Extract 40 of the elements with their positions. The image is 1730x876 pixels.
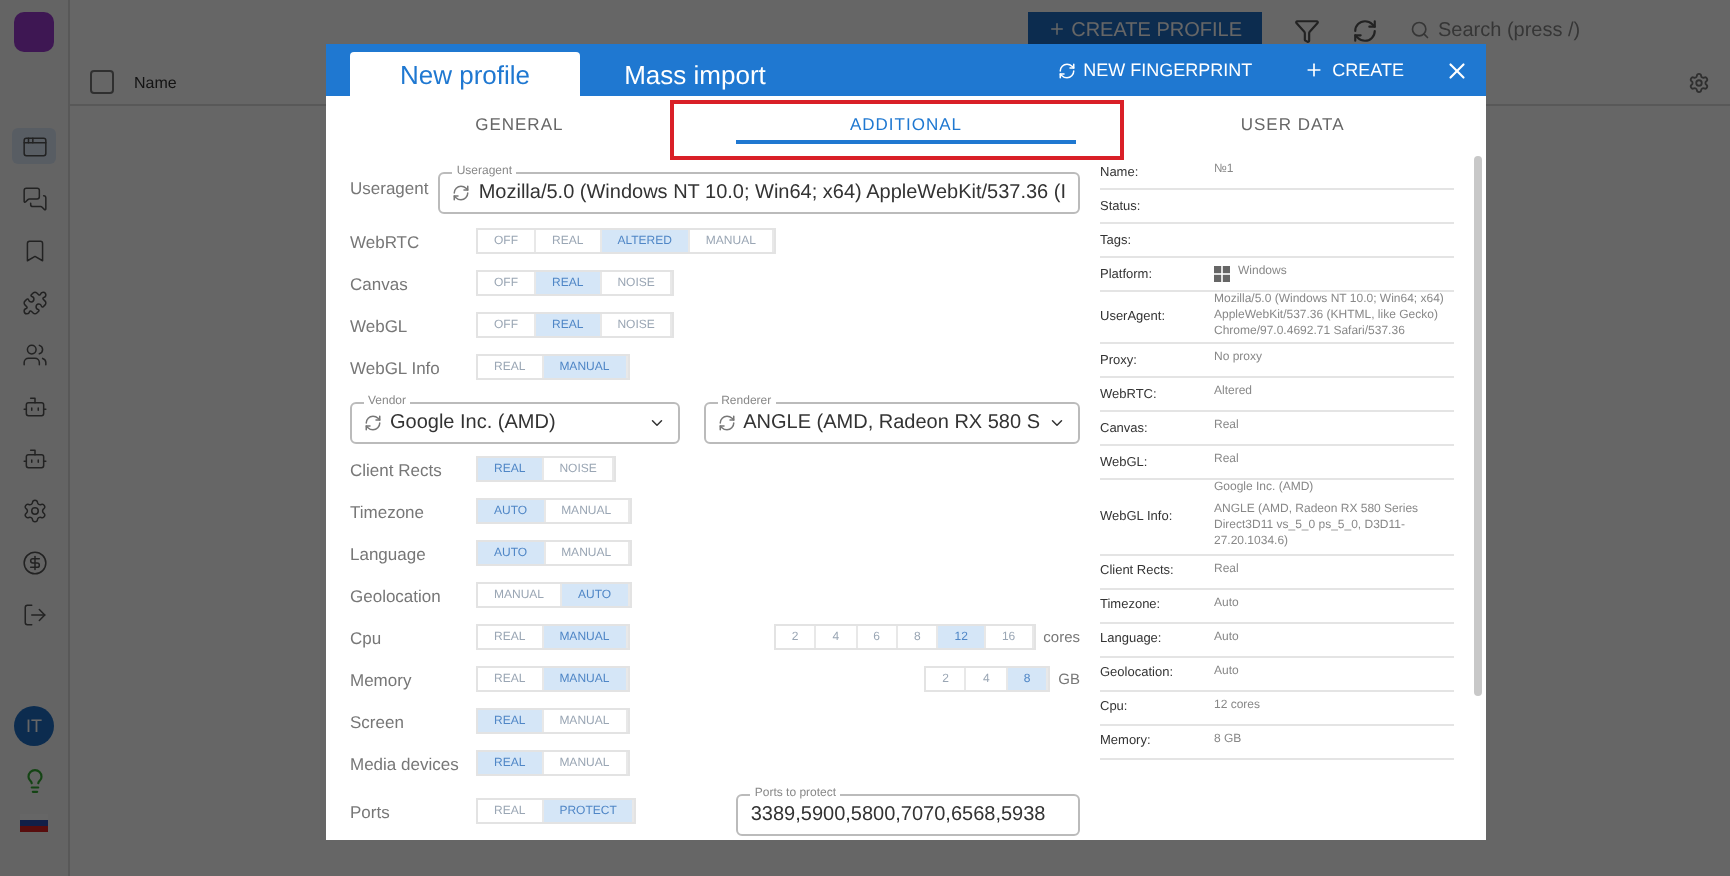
filter-icon[interactable]: [1294, 17, 1320, 43]
field-label: Media devices: [350, 753, 461, 773]
search-icon: [1410, 20, 1430, 40]
dialog-tab[interactable]: New profile: [350, 52, 580, 96]
field-label: WebGL: [350, 315, 410, 335]
section-tab[interactable]: ADDITIONAL: [712, 96, 1100, 152]
field-label: Canvas: [350, 273, 410, 293]
browser-window-icon[interactable]: [12, 128, 56, 164]
settings-icon[interactable]: [1688, 71, 1710, 93]
select-all-checkbox[interactable]: [90, 70, 114, 94]
dialog-action-button[interactable]: NEW FINGERPRINT: [1045, 58, 1265, 82]
field-label: Cpu: [350, 627, 384, 647]
field-label: Ports: [350, 801, 392, 821]
dialog-action-button[interactable]: CREATE: [1292, 58, 1416, 82]
field-label: WebRTC: [350, 231, 422, 251]
field-label: Client Rects: [350, 459, 444, 479]
section-tab[interactable]: USER DATA: [1099, 96, 1486, 152]
plus-icon: [1304, 60, 1325, 80]
column-header[interactable]: Name: [134, 73, 177, 91]
user-avatar[interactable]: IT: [14, 706, 54, 746]
field-label: Screen: [350, 711, 406, 731]
windows-icon: [1214, 266, 1230, 282]
section-tab[interactable]: GENERAL: [326, 96, 713, 152]
refresh-icon: [1057, 61, 1076, 79]
field-label: Language: [350, 543, 428, 563]
refresh-icon[interactable]: [1352, 17, 1378, 43]
plus-icon: [1047, 20, 1066, 39]
flag-icon[interactable]: [20, 814, 48, 832]
refresh-icon[interactable]: [364, 413, 382, 431]
scrollbar[interactable]: [1474, 156, 1482, 696]
field-label: Timezone: [350, 501, 427, 521]
field-label: Geolocation: [350, 585, 443, 605]
refresh-icon[interactable]: [717, 413, 736, 431]
field-label: WebGL Info: [350, 357, 442, 377]
field-label: Useragent: [350, 178, 431, 198]
field-label: Memory: [350, 669, 414, 689]
app-logo[interactable]: [14, 12, 54, 52]
refresh-icon[interactable]: [452, 183, 471, 201]
dialog-tab[interactable]: Mass import: [580, 52, 810, 96]
close-icon[interactable]: [1444, 57, 1470, 83]
